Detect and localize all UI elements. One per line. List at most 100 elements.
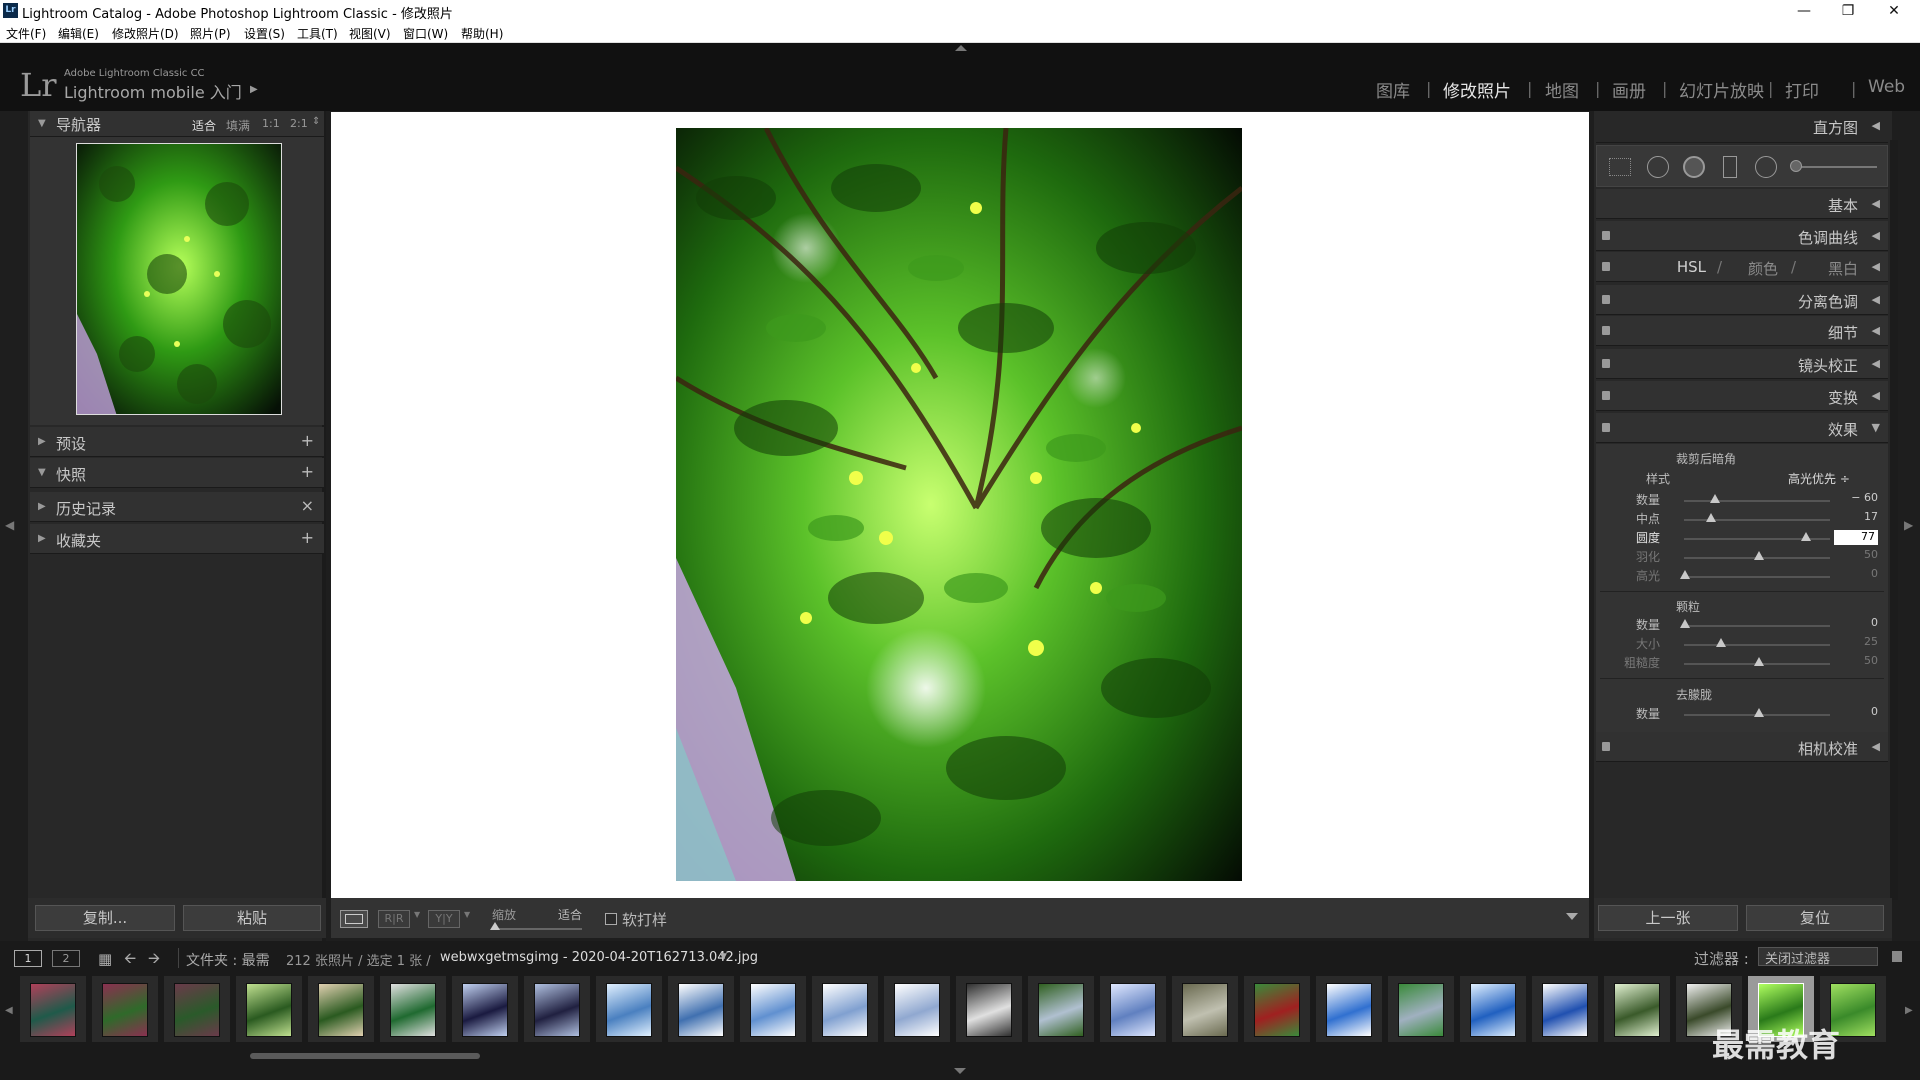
menu-develop[interactable]: 修改照片(D) [112,25,179,42]
current-filename[interactable]: webwxgetmsgimg - 2020-04-20T162713.042.j… [440,950,758,965]
zoom-fit[interactable]: 适合 [192,117,216,134]
panel-switch-icon[interactable] [1602,423,1610,432]
filmstrip-thumbnail[interactable] [102,983,148,1037]
before-after-dropdown-icon[interactable]: ▼ [414,910,420,919]
vignette-midpoint-slider[interactable]: 中点 17 [1596,510,1888,528]
panel-switch-icon[interactable] [1602,742,1610,751]
identity-arrow-icon[interactable]: ▶ [250,84,258,95]
slider-value[interactable]: 0 [1871,705,1878,718]
toolbar-options-icon[interactable] [1566,913,1578,920]
zoom-fill[interactable]: 填满 [226,117,250,134]
camera-calibration-header[interactable]: 相机校准 ◀ [1596,732,1888,762]
clear-history-icon[interactable]: × [301,496,314,515]
before-after-tb-dropdown-icon[interactable]: ▼ [464,910,470,919]
vignette-style-select[interactable]: 高光优先 ÷ [1788,470,1850,487]
menu-photo[interactable]: 照片(P) [190,25,231,42]
panel-switch-icon[interactable] [1602,326,1610,335]
navigator-header[interactable]: ▼ 导航器 适合 填满 1:1 2:1 ⇕ [30,111,324,137]
histogram-header[interactable]: 直方图 ◀ [1596,111,1888,143]
red-eye-icon[interactable] [1683,156,1705,178]
filter-select[interactable]: 关闭过滤器 [1758,947,1878,967]
filmstrip-thumbnail[interactable] [174,983,220,1037]
lens-correction-header[interactable]: 镜头校正 ◀ [1596,349,1888,379]
slider-value[interactable]: − 60 [1851,491,1878,504]
radial-filter-icon[interactable] [1755,156,1777,178]
bottom-panel-toggle-icon[interactable] [954,1068,966,1074]
filmstrip-thumbnail[interactable] [750,983,796,1037]
filmstrip-thumbnail[interactable] [822,983,868,1037]
filmstrip-thumbnail[interactable] [894,983,940,1037]
filmstrip-thumbnail[interactable] [318,983,364,1037]
menu-file[interactable]: 文件(F) [6,25,46,42]
menu-settings[interactable]: 设置(S) [244,25,285,42]
filmstrip-scroll-left-icon[interactable]: ◀ [5,1005,13,1016]
filmstrip-thumbnail[interactable] [1254,983,1300,1037]
filmstrip-scroll-right-icon[interactable]: ▶ [1905,1005,1913,1016]
basic-header[interactable]: 基本 ◀ [1596,189,1888,219]
slider-knob[interactable] [1754,657,1764,666]
main-screen-button[interactable]: 1 [14,950,42,967]
copy-settings-button[interactable]: 复制... [35,905,175,931]
loupe-view-icon[interactable] [340,910,368,928]
filmstrip-thumbnail[interactable] [534,983,580,1037]
history-header[interactable]: ▶ 历史记录 × [30,492,324,522]
filmstrip-thumbnail[interactable] [1542,983,1588,1037]
previous-button[interactable]: 上一张 [1598,905,1738,931]
slider-knob[interactable] [1680,570,1690,579]
filmstrip-thumbnail[interactable] [246,983,292,1037]
zoom-slider-track[interactable] [492,928,582,930]
minimize-button[interactable]: — [1782,0,1826,22]
filmstrip-thumbnail[interactable] [678,983,724,1037]
color-tab[interactable]: 颜色 [1748,258,1778,279]
source-label[interactable]: 文件夹 : 最需 [186,950,270,970]
module-print[interactable]: 打印 [1785,77,1819,102]
filmstrip-thumbnail[interactable] [462,983,508,1037]
filmstrip-thumbnail[interactable] [30,983,76,1037]
crop-tool-icon[interactable] [1609,158,1631,176]
roundness-value-input[interactable]: 77 [1834,530,1878,545]
close-button[interactable]: ✕ [1872,0,1916,22]
bw-tab[interactable]: 黑白 [1828,258,1858,279]
back-arrow-icon[interactable]: 🡨 [124,948,136,973]
slider-value[interactable]: 0 [1871,567,1878,580]
add-collection-icon[interactable]: + [301,528,314,547]
top-panel-toggle-icon[interactable] [955,45,967,51]
slider-knob[interactable] [1801,532,1811,541]
transform-header[interactable]: 变换 ◀ [1596,381,1888,411]
vignette-amount-slider[interactable]: 数量 − 60 [1596,491,1888,509]
slider-knob[interactable] [1706,513,1716,522]
grid-view-icon[interactable]: ▦ [98,950,112,968]
filmstrip-thumbnail[interactable] [1182,983,1228,1037]
slider-knob[interactable] [1754,708,1764,717]
second-screen-button[interactable]: 2 [52,950,80,967]
grain-roughness-slider[interactable]: 粗糙度 50 [1596,654,1888,672]
snapshots-header[interactable]: ▼ 快照 + [30,458,324,488]
vignette-highlights-slider[interactable]: 高光 0 [1596,567,1888,585]
right-panel-scrollbar[interactable] [1890,140,1898,900]
slider-value[interactable]: 50 [1864,654,1878,667]
effects-header[interactable]: 效果 ▼ [1596,413,1888,443]
before-after-lr-icon[interactable]: R|R [378,910,410,928]
grain-size-slider[interactable]: 大小 25 [1596,635,1888,653]
slider-track[interactable] [1684,625,1830,627]
vignette-feather-slider[interactable]: 羽化 50 [1596,548,1888,566]
hsl-tab[interactable]: HSL [1677,258,1706,276]
menu-help[interactable]: 帮助(H) [461,25,503,42]
panel-switch-icon[interactable] [1602,359,1610,368]
module-map[interactable]: 地图 [1545,77,1579,102]
left-panel-toggle-icon[interactable]: ◀ [5,518,14,532]
filmstrip-thumbnail[interactable] [1614,983,1660,1037]
module-book[interactable]: 画册 [1612,77,1646,102]
module-develop[interactable]: 修改照片 [1443,77,1511,102]
navigator-thumbnail[interactable] [76,143,282,415]
filmstrip-thumbnail[interactable] [1470,983,1516,1037]
slider-knob[interactable] [1710,494,1720,503]
slider-track[interactable] [1684,576,1830,578]
slider-value[interactable]: 17 [1864,510,1878,523]
detail-header[interactable]: 细节 ◀ [1596,316,1888,346]
presets-header[interactable]: ▶ 预设 + [30,427,324,457]
filmstrip-scrollbar-thumb[interactable] [250,1053,480,1059]
collections-header[interactable]: ▶ 收藏夹 + [30,524,324,554]
restore-button[interactable]: ❐ [1826,0,1870,22]
menu-tools[interactable]: 工具(T) [297,25,338,42]
